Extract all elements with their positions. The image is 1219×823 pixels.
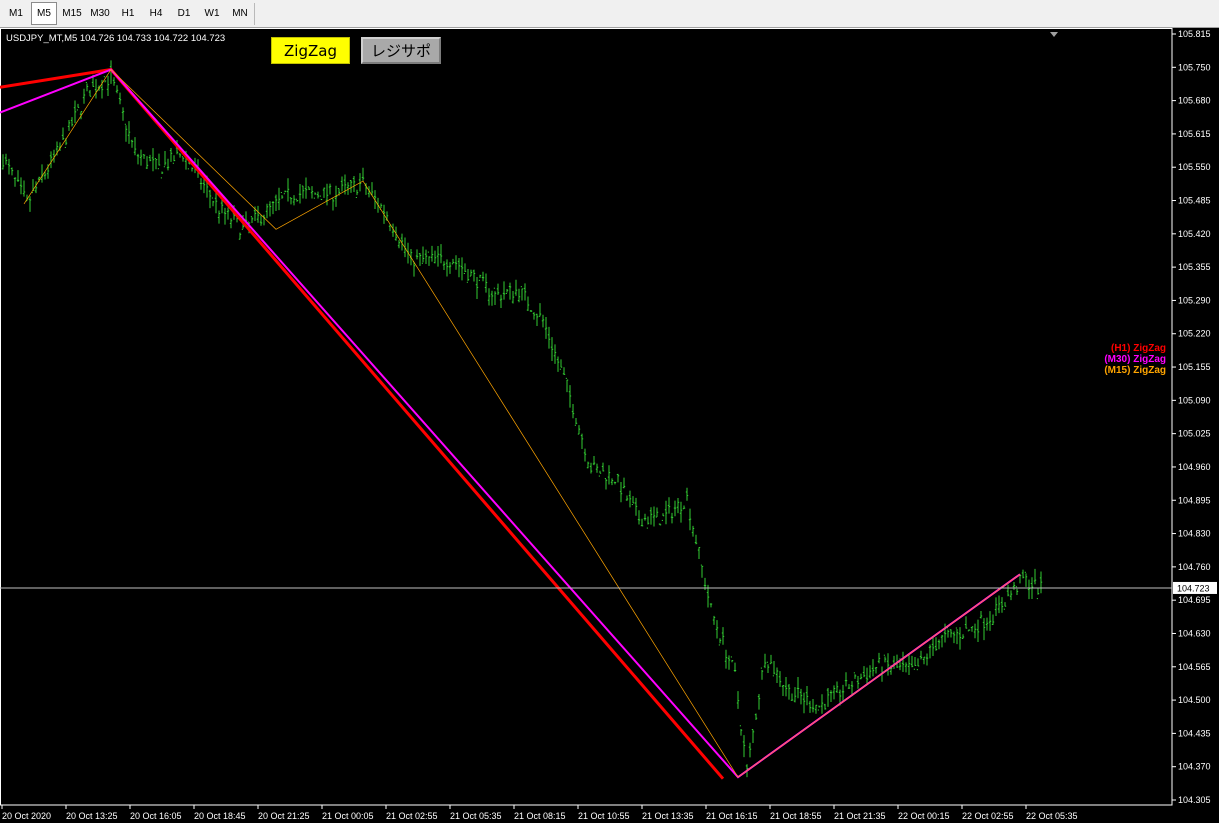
y-tick-label: 104.435 <box>1178 728 1211 738</box>
timeframe-toolbar: M1 M5 M15 M30 H1 H4 D1 W1 MN <box>0 0 1219 28</box>
chart-shift-marker[interactable] <box>1050 32 1058 37</box>
y-tick-label: 105.220 <box>1178 329 1211 339</box>
legend-m15-zigzag: (M15) ZigZag <box>1104 365 1166 376</box>
x-tick-label: 21 Oct 18:55 <box>770 811 822 821</box>
x-tick-label: 21 Oct 21:35 <box>834 811 886 821</box>
y-tick-label: 104.305 <box>1178 795 1211 805</box>
y-tick-label: 105.750 <box>1178 62 1211 72</box>
x-tick-label: 21 Oct 00:05 <box>322 811 374 821</box>
timeframe-h1-button[interactable]: H1 <box>115 2 141 25</box>
y-tick-label: 105.355 <box>1178 262 1211 272</box>
y-tick-label: 104.695 <box>1178 595 1211 605</box>
x-tick-label: 20 Oct 2020 <box>2 811 51 821</box>
legend-m30-zigzag: (M30) ZigZag <box>1104 354 1166 365</box>
timeframe-d1-button[interactable]: D1 <box>171 2 197 25</box>
timeframe-w1-button[interactable]: W1 <box>199 2 225 25</box>
zigzag-line-h1 <box>0 67 725 780</box>
x-tick-label: 20 Oct 21:25 <box>258 811 310 821</box>
y-tick-label: 105.680 <box>1178 96 1211 106</box>
y-tick-label: 105.155 <box>1178 362 1211 372</box>
y-tick-label: 104.370 <box>1178 762 1211 772</box>
y-tick-label: 105.550 <box>1178 162 1211 172</box>
y-tick-label: 104.500 <box>1178 695 1211 705</box>
y-tick-label: 105.815 <box>1178 29 1211 39</box>
support-resistance-button[interactable]: レジサポ <box>361 37 441 64</box>
legend-h1-zigzag: (H1) ZigZag <box>1111 343 1166 354</box>
timeframe-m1-button[interactable]: M1 <box>3 2 29 25</box>
timeframe-mn-button[interactable]: MN <box>227 2 253 25</box>
y-tick-label: 105.420 <box>1178 229 1211 239</box>
y-tick-label: 105.025 <box>1178 429 1211 439</box>
y-tick-label: 104.960 <box>1178 462 1211 472</box>
timeframe-m30-button[interactable]: M30 <box>87 2 113 25</box>
current-price-label: 104.723 <box>1177 583 1210 593</box>
x-tick-label: 22 Oct 05:35 <box>1026 811 1078 821</box>
x-tick-label: 22 Oct 02:55 <box>962 811 1014 821</box>
x-tick-label: 21 Oct 10:55 <box>578 811 630 821</box>
x-tick-label: 21 Oct 08:15 <box>514 811 566 821</box>
y-tick-label: 105.485 <box>1178 196 1211 206</box>
x-tick-label: 20 Oct 13:25 <box>66 811 118 821</box>
y-tick-label: 104.630 <box>1178 628 1211 638</box>
y-tick-label: 104.895 <box>1178 495 1211 505</box>
toolbar-separator <box>254 3 255 25</box>
y-tick-label: 105.615 <box>1178 129 1211 139</box>
timeframe-h4-button[interactable]: H4 <box>143 2 169 25</box>
timeframe-m15-button[interactable]: M15 <box>59 2 85 25</box>
timeframe-m5-button[interactable]: M5 <box>31 2 57 25</box>
price-chart[interactable]: 105.815 105.750 105.680 105.615 105.550 105.4… <box>0 28 1219 823</box>
x-tick-label: 21 Oct 16:15 <box>706 811 758 821</box>
x-tick-label: 21 Oct 05:35 <box>450 811 502 821</box>
x-tick-label: 20 Oct 18:45 <box>194 811 246 821</box>
y-tick-label: 104.830 <box>1178 529 1211 539</box>
y-tick-label: 104.760 <box>1178 562 1211 572</box>
y-tick-label: 104.565 <box>1178 662 1211 672</box>
x-tick-label: 20 Oct 16:05 <box>130 811 182 821</box>
x-tick-label: 22 Oct 00:15 <box>898 811 950 821</box>
x-tick-label: 21 Oct 02:55 <box>386 811 438 821</box>
symbol-info: USDJPY_MT,M5 104.726 104.733 104.722 104… <box>6 33 226 44</box>
y-tick-label: 105.090 <box>1178 395 1211 405</box>
x-tick-label: 21 Oct 13:35 <box>642 811 694 821</box>
zigzag-button[interactable]: ZigZag <box>271 37 350 64</box>
y-tick-label: 105.290 <box>1178 295 1211 305</box>
